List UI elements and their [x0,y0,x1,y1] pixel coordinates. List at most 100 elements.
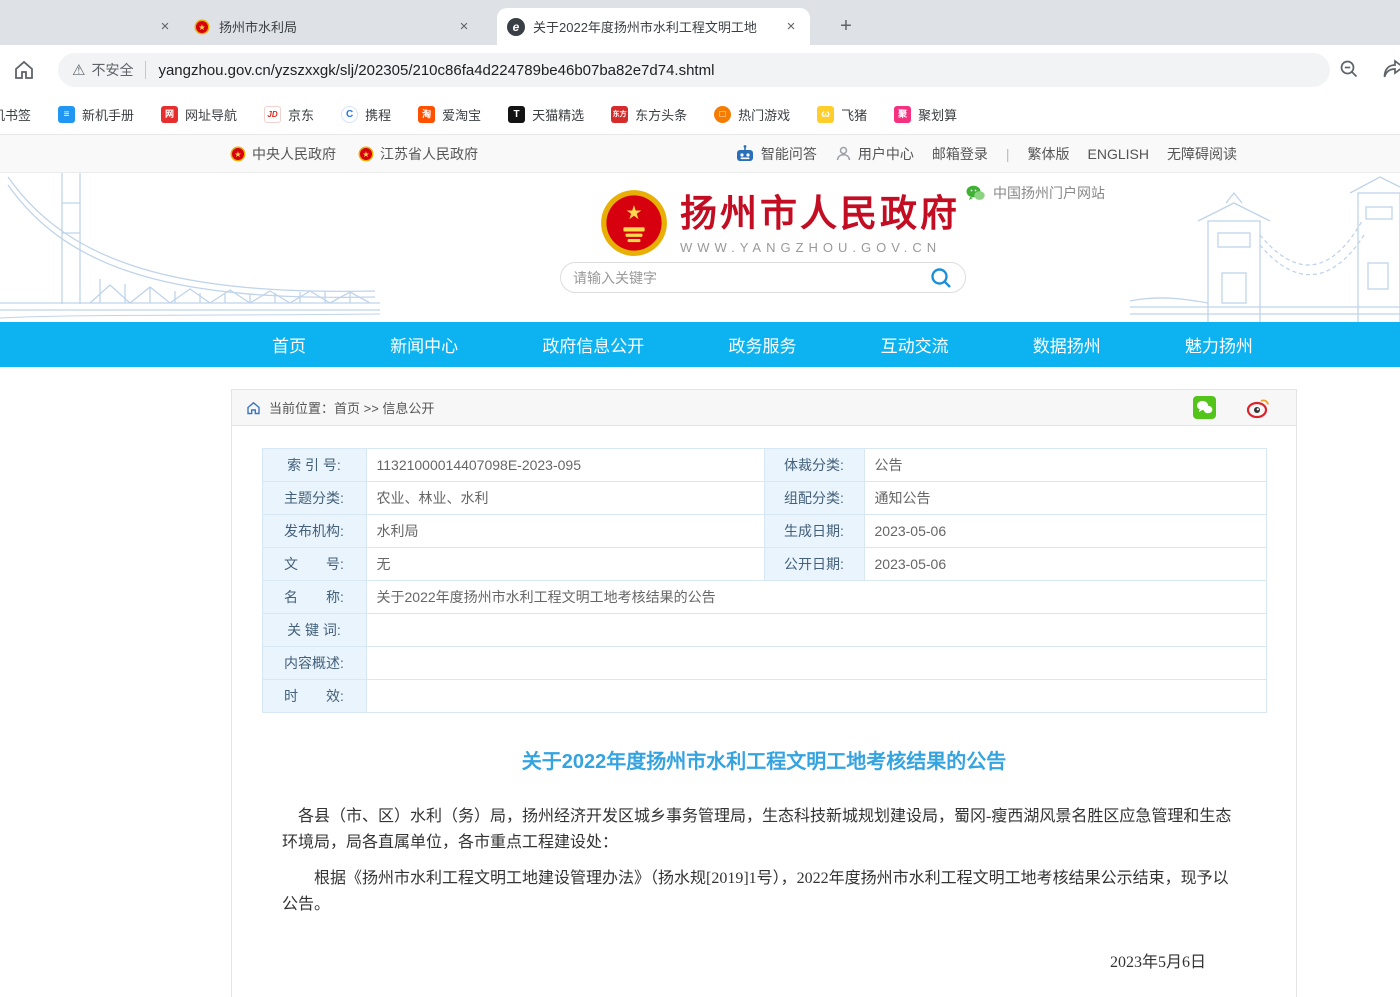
bookmark-icon: 聚 [894,106,911,123]
bookmark-item[interactable]: ω 飞猪 [817,105,867,124]
user-center-link[interactable]: 用户中心 [835,144,914,164]
url-text[interactable]: yangzhou.gov.cn/yzszxxgk/slj/202305/210c… [158,62,714,79]
smart-qa-link[interactable]: 智能问答 [735,144,817,164]
bookmark-label: 京东 [288,105,314,124]
table-row: 主题分类: 农业、林业、水利 组配分类: 通知公告 [262,482,1266,515]
bookmark-icon: ω [817,106,834,123]
meta-value [366,647,1266,680]
nav-item-data[interactable]: 数据扬州 [1033,332,1101,357]
share-icon[interactable] [1382,58,1400,80]
banner-art-bridge-right [1130,173,1400,322]
bookmark-item[interactable]: □ 热门游戏 [714,105,790,124]
bookmark-label: 天猫精选 [532,105,584,124]
table-row: 关 键 词: [262,614,1266,647]
share-wechat-icon[interactable] [1193,396,1216,419]
mail-login-link[interactable]: 邮箱登录 [932,144,988,164]
traditional-version-link[interactable]: 繁体版 [1028,144,1070,164]
nav-item-news[interactable]: 新闻中心 [390,332,458,357]
user-icon [835,145,852,162]
bookmark-icon: 淘 [418,106,435,123]
table-row: 时 效: [262,680,1266,713]
zoom-out-icon[interactable] [1338,58,1360,80]
nav-item-info-disclosure[interactable]: 政府信息公开 [542,332,644,357]
site-logo[interactable]: ★ 扬州市人民政府 WWW.YANGZHOU.GOV.CN [600,189,960,257]
meta-value: 通知公告 [864,482,1266,515]
meta-label: 索 引 号: [262,449,366,482]
article-body: 各县（市、区）水利（务）局，扬州经济开发区城乡事务管理局，生态科技新城规划建设局… [282,804,1236,997]
gov-emblem-icon: ★ [193,18,211,36]
new-tab-button[interactable]: + [832,12,860,40]
search-icon[interactable] [929,266,953,290]
close-icon[interactable]: × [782,18,800,36]
link-label: 中央人民政府 [252,144,336,164]
bookmark-item[interactable]: 淘 爱淘宝 [418,105,481,124]
share-weibo-icon[interactable] [1246,396,1270,419]
toolbar-divider: | [1006,146,1010,162]
link-jiangsu-gov[interactable]: ★ 江苏省人民政府 [358,144,478,164]
bookmark-item[interactable]: 聚 聚划算 [894,105,957,124]
bookmark-item[interactable]: C 携程 [341,105,391,124]
bookmark-icon: □ [714,106,731,123]
search-input[interactable] [573,270,929,286]
bookmark-icon: C [341,106,358,123]
accessible-reading-link[interactable]: 无障碍阅读 [1167,144,1237,164]
site-url: WWW.YANGZHOU.GOV.CN [680,240,960,255]
omnibox-divider [145,61,146,79]
bookmark-item[interactable]: ≡ 新机手册 [58,105,134,124]
table-row: 内容概述: [262,647,1266,680]
bookmark-icon: ≡ [58,106,75,123]
security-label[interactable]: 不安全 [91,60,133,80]
meta-value: 公告 [864,449,1266,482]
breadcrumb-home-icon[interactable] [246,401,261,415]
site-search [560,262,966,293]
meta-value: 水利局 [366,515,764,548]
bookmark-icon: T [508,106,525,123]
close-icon[interactable]: × [455,18,473,36]
nav-item-charm[interactable]: 魅力扬州 [1185,332,1253,357]
bookmark-label: 飞猪 [841,105,867,124]
home-icon[interactable] [12,58,36,82]
bookmark-label: 网址导航 [185,105,237,124]
meta-value: 农业、林业、水利 [366,482,764,515]
bookmark-icon: 网 [161,106,178,123]
url-omnibox[interactable]: ⚠ 不安全 yangzhou.gov.cn/yzszxxgk/slj/20230… [58,53,1330,87]
document-meta-table: 索 引 号: 11321000014407098E-2023-095 体裁分类:… [262,448,1267,713]
article-paragraph: 各县（市、区）水利（务）局，扬州经济开发区城乡事务管理局，生态科技新城规划建设局… [282,804,1236,856]
link-label: 江苏省人民政府 [380,144,478,164]
portal-link[interactable]: 中国扬州门户网站 [966,183,1105,203]
article-date: 2023年5月6日 [282,950,1236,976]
gov-top-bar: ★ 中央人民政府 ★ 江苏省人民政府 智能问答 用户中心 邮箱登录 | 繁体版 … [0,135,1400,173]
link-label: 智能问答 [761,144,817,164]
table-row: 索 引 号: 11321000014407098E-2023-095 体裁分类:… [262,449,1266,482]
tab-shuiliju[interactable]: ★ 扬州市水利局 × [183,8,483,45]
bookmark-icon: 东方 [611,106,628,123]
bookmark-item[interactable]: 机书签 [0,105,31,124]
nav-item-services[interactable]: 政务服务 [728,332,796,357]
english-version-link[interactable]: ENGLISH [1088,146,1149,162]
bookmark-item[interactable]: T 天猫精选 [508,105,584,124]
article-paragraph: 根据《扬州市水利工程文明工地建设管理办法》（扬水规[2019]1号），2022年… [282,866,1236,918]
bookmark-label: 新机手册 [82,105,134,124]
tab-active-announcement[interactable]: e 关于2022年度扬州市水利工程文明工地 × [497,8,810,45]
breadcrumb[interactable]: 当前位置：首页 >> 信息公开 [269,398,434,417]
meta-value: 无 [366,548,764,581]
site-favicon-icon: e [507,18,525,36]
close-icon[interactable]: × [156,17,174,35]
main-nav: 首页 新闻中心 政府信息公开 政务服务 互动交流 数据扬州 魅力扬州 [0,322,1400,367]
table-row: 发布机构: 水利局 生成日期: 2023-05-06 [262,515,1266,548]
bookmark-item[interactable]: 东方 东方头条 [611,105,687,124]
link-central-gov[interactable]: ★ 中央人民政府 [230,144,336,164]
svg-text:★: ★ [198,23,205,32]
meta-label: 文 号: [262,548,366,581]
nav-item-interaction[interactable]: 互动交流 [881,332,949,357]
nav-item-home[interactable]: 首页 [272,332,306,357]
bookmark-item[interactable]: JD 京东 [264,105,314,124]
table-row: 文 号: 无 公开日期: 2023-05-06 [262,548,1266,581]
meta-value [366,614,1266,647]
meta-label: 生成日期: [764,515,864,548]
link-label: 用户中心 [858,144,914,164]
meta-label: 内容概述: [262,647,366,680]
meta-value: 11321000014407098E-2023-095 [366,449,764,482]
tab-title: 扬州市水利局 [219,17,297,36]
bookmark-item[interactable]: 网 网址导航 [161,105,237,124]
